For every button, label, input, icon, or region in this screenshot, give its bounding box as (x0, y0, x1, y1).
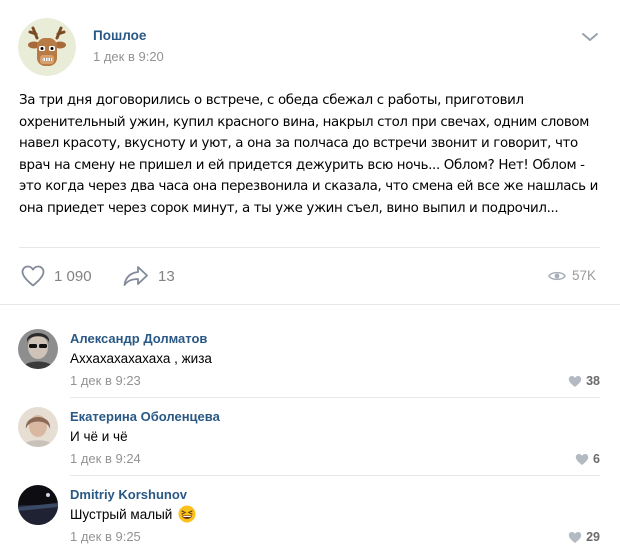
comment-text-content: И чё и чё (70, 429, 128, 444)
heart-icon (21, 265, 45, 287)
comment-date[interactable]: 1 дек в 9:23 (70, 373, 141, 388)
like-count: 1 090 (54, 267, 92, 285)
like-button[interactable]: 1 090 (20, 264, 92, 288)
post-text: За три дня договорились о встрече, с обе… (19, 93, 598, 216)
person-avatar-icon (18, 407, 58, 447)
share-arrow-icon (123, 266, 148, 286)
heart-icon (575, 453, 589, 465)
comment-author[interactable]: Екатерина Оболенцева (70, 409, 220, 424)
commenter-avatar[interactable] (18, 329, 58, 369)
views-counter: 57K (548, 268, 596, 283)
comment-author[interactable]: Dmitriy Korshunov (70, 487, 187, 502)
chevron-down-icon[interactable] (580, 29, 600, 43)
comment-author[interactable]: Александр Долматов (70, 331, 207, 346)
comment-like-count: 38 (586, 374, 600, 388)
laughing-emoji-icon (178, 505, 196, 523)
commenter-avatar[interactable] (18, 407, 58, 447)
night-scene-avatar-icon (18, 485, 58, 525)
comment-item: Александр Долматов Аххахахахахаха , жиза… (0, 320, 620, 398)
share-count: 13 (158, 267, 175, 285)
comment-like-count: 6 (593, 452, 600, 466)
comment-text: Аххахахахахаха , жиза (70, 351, 212, 366)
comment-like-count: 29 (586, 530, 600, 544)
post-card: Пошлое 1 дек в 9:20 За три дня договорил… (0, 0, 620, 305)
comment-text: Шустрый малый (70, 505, 196, 523)
comment-item: Dmitriy Korshunov Шустрый малый 1 дек в … (0, 476, 620, 550)
post-date[interactable]: 1 дек в 9:20 (93, 49, 164, 64)
comment-like-button[interactable]: 29 (568, 530, 600, 544)
comment-like-button[interactable]: 38 (568, 374, 600, 388)
comment-text-content: Шустрый малый (70, 506, 173, 522)
group-avatar[interactable] (18, 18, 76, 76)
comment-text: И чё и чё (70, 429, 128, 444)
heart-icon (568, 375, 582, 387)
post-divider (19, 247, 600, 248)
eye-icon (548, 271, 566, 280)
heart-icon (568, 531, 582, 543)
commenter-avatar[interactable] (18, 485, 58, 525)
share-button[interactable]: 13 (122, 264, 175, 288)
comment-date[interactable]: 1 дек в 9:24 (70, 451, 141, 466)
comment-like-button[interactable]: 6 (575, 452, 600, 466)
deer-avatar-icon (18, 18, 76, 76)
comment-item: Екатерина Оболенцева И чё и чё 1 дек в 9… (0, 398, 620, 476)
comment-text-content: Аххахахахахаха , жиза (70, 351, 212, 366)
views-count: 57K (572, 268, 597, 283)
comment-date[interactable]: 1 дек в 9:25 (70, 529, 141, 544)
post-author[interactable]: Пошлое (93, 28, 146, 43)
person-avatar-icon (18, 329, 58, 369)
